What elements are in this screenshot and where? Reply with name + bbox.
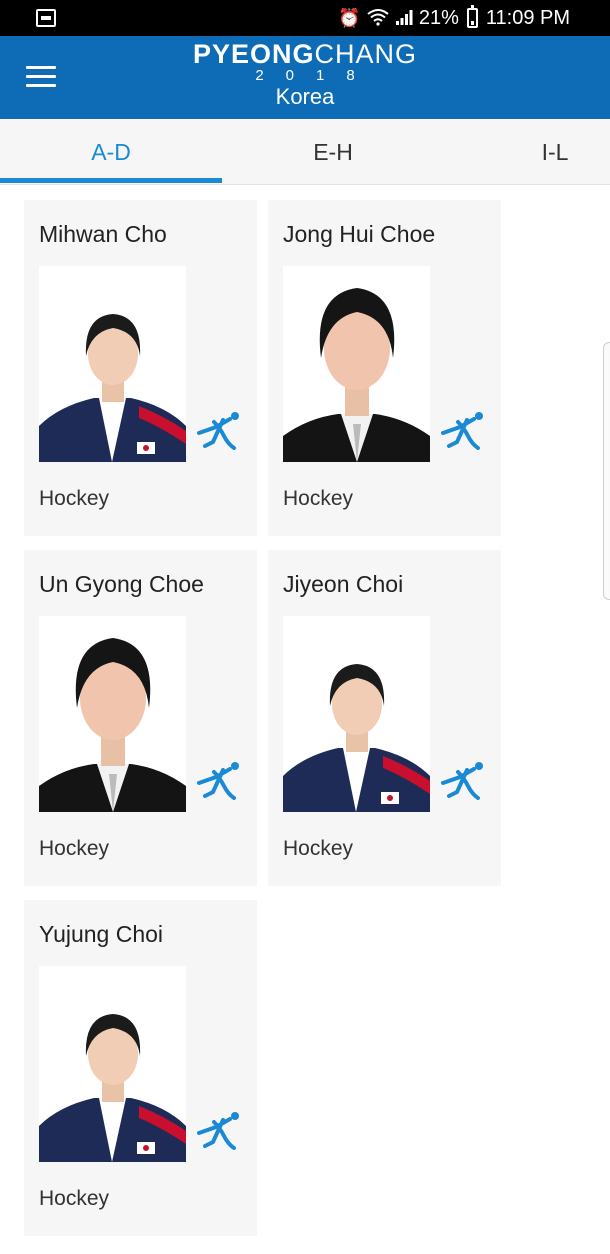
athlete-photo [283,266,430,462]
athlete-sport: Hockey [39,837,110,860]
wifi-icon [367,8,389,29]
status-bar-right: ⏰ 21% 11:09 PM [338,0,570,36]
hockey-player-icon [197,762,239,800]
brand-year: 2018 [255,67,377,84]
tab-indicator [0,178,222,183]
alphabet-tabs: A-D E-H I-L [0,119,610,185]
hockey-player-icon [441,762,483,800]
tab-i-l[interactable]: I-L [444,119,610,185]
athlete-name: Mihwan Cho [39,221,167,247]
status-bar: ⏰ 21% 11:09 PM [0,0,610,36]
battery-icon [466,5,478,28]
page-title: Korea [275,84,335,109]
athlete-name: Un Gyong Choe [39,571,204,597]
notification-icon [36,9,56,27]
athlete-sport: Hockey [39,1187,110,1210]
hockey-player-icon [197,412,239,450]
app-bar: PYEONGCHANG 2018 Korea [0,36,610,119]
athlete-sport: Hockey [39,487,110,510]
scrollbar[interactable] [603,342,610,600]
battery-percent: 21% [418,6,459,29]
alarm-icon: ⏰ [338,8,361,28]
athlete-sport: Hockey [283,487,354,510]
brand-wordmark: PYEONGCHANG [192,39,418,69]
athlete-card[interactable]: Mihwan Cho Hockey [24,200,257,536]
athlete-name: Jiyeon Choi [283,571,404,597]
signal-icon [395,8,413,29]
tab-a-d[interactable]: A-D [0,119,222,185]
athlete-card[interactable]: Un Gyong Choe Hockey [24,550,257,886]
tab-e-h[interactable]: E-H [222,119,444,185]
athlete-name: Jong Hui Choe [283,221,436,247]
athlete-name: Yujung Choi [39,921,164,947]
athlete-photo [39,266,186,462]
clock: 11:09 PM [485,6,570,29]
hockey-player-icon [197,1112,239,1150]
brand-logo: PYEONGCHANG 2018 Korea [0,40,610,110]
athlete-photo [283,616,430,812]
athlete-card[interactable]: Jong Hui Choe Hockey [268,200,501,536]
athlete-card[interactable]: Jiyeon Choi Hockey [268,550,501,886]
hockey-player-icon [441,412,483,450]
athlete-photo [39,616,186,812]
athlete-photo [39,966,186,1162]
athlete-card[interactable]: Yujung Choi Hockey [24,900,257,1236]
athlete-sport: Hockey [283,837,354,860]
